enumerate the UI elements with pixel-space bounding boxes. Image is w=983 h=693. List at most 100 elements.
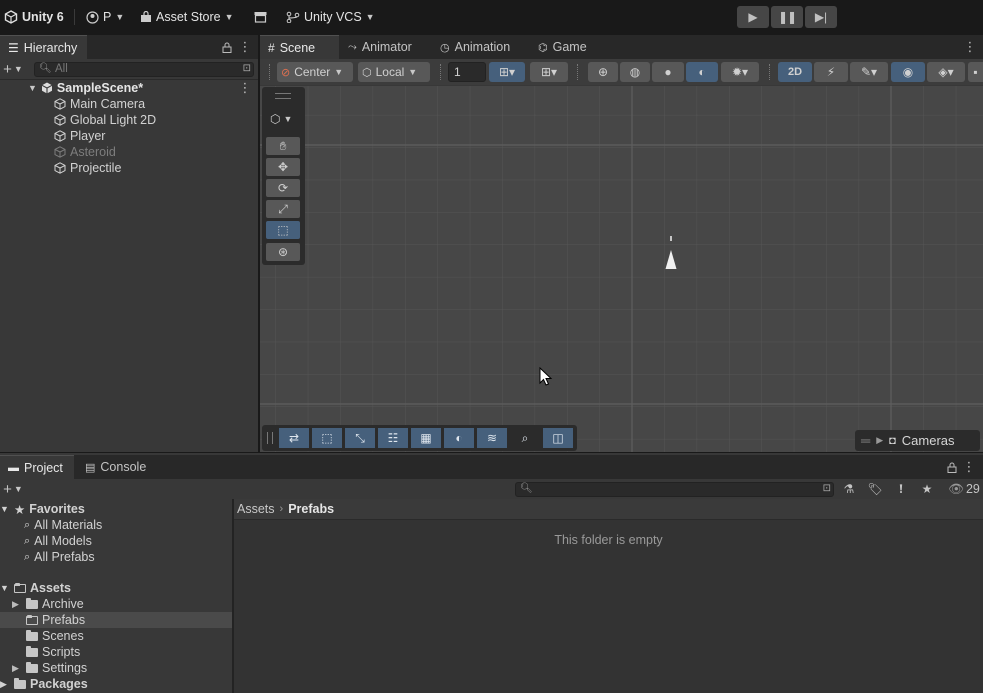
tab-hierarchy[interactable]: ☰ Hierarchy <box>0 35 87 59</box>
search-icon: 🔍︎ <box>520 483 533 494</box>
warning-filter-icon[interactable]: ❗︎ <box>893 481 909 497</box>
mode-2d-toggle[interactable]: 2D <box>778 62 812 82</box>
kebab-menu-icon[interactable]: ⋮ <box>963 459 976 475</box>
hand-tool[interactable]: ✋︎ <box>266 137 300 155</box>
step-button[interactable]: ▶| <box>805 6 837 28</box>
tab-project[interactable]: ▬ Project <box>0 455 74 479</box>
grid-snap-field[interactable]: 1 <box>448 62 486 82</box>
tab-animator[interactable]: ⤳ Animator <box>340 35 424 59</box>
kebab-menu-icon[interactable]: ⋮ <box>239 39 252 55</box>
version-control-dropdown[interactable]: Unity VCS ▼ <box>286 8 375 26</box>
lock-icon[interactable] <box>946 460 958 474</box>
grid-hatch-button[interactable]: ▦ <box>411 428 441 448</box>
favorite-item[interactable]: ⌕ All Prefabs <box>24 549 95 565</box>
unlit-button[interactable]: ◐ <box>686 62 718 82</box>
grid-snapping-toggle[interactable]: ⊞▾ <box>489 62 525 82</box>
scene-kebab-menu-icon[interactable]: ⋮ <box>239 80 252 95</box>
lighting-toggle[interactable]: ⚡︎ <box>814 62 848 82</box>
asset-folder-item[interactable]: Scenes <box>0 628 232 644</box>
asset-folder-item[interactable]: ▶ Archive <box>0 596 232 612</box>
rect-tool[interactable]: ⬚ <box>266 221 300 239</box>
transform-tool[interactable]: ⊛ <box>266 243 300 261</box>
asset-folder-item[interactable]: ▶ Settings <box>0 660 232 676</box>
favorite-item[interactable]: ⌕ All Models <box>24 533 92 549</box>
shaded-wireframe-button[interactable]: ◍ <box>620 62 650 82</box>
camera-settings-button[interactable]: ▪ <box>968 62 983 82</box>
cameras-overlay[interactable]: ═ ▶ ◘ Cameras <box>855 430 980 451</box>
shaded-button[interactable]: ● <box>652 62 684 82</box>
assets-header[interactable]: ▼ Assets <box>0 580 71 596</box>
account-dropdown[interactable]: P ▼ <box>86 8 124 26</box>
hierarchy-item[interactable]: Main Camera <box>54 96 145 112</box>
filter-by-type-icon[interactable]: ⚗ <box>841 481 857 497</box>
visibility-toggle[interactable]: ◉ <box>891 62 925 82</box>
pause-button[interactable]: ❚❚ <box>771 6 803 28</box>
favorite-item[interactable]: ⌕ All Materials <box>24 517 102 533</box>
asset-folder-item[interactable]: Scripts <box>0 644 232 660</box>
favorite-item-label: All Prefabs <box>34 550 95 564</box>
debug-draw-mode-dropdown[interactable]: ✹▾ <box>721 62 759 82</box>
filter-by-label-icon[interactable]: 🏷︎ <box>867 481 883 497</box>
search-by-type-icon[interactable]: ⊡ <box>823 483 831 494</box>
overlay-grip[interactable] <box>267 432 273 444</box>
move-arrows-icon: ✥ <box>277 160 289 174</box>
unity-menu[interactable]: Unity 6 <box>4 8 64 26</box>
archive-button[interactable] <box>254 8 267 26</box>
project-search-field[interactable]: 🔍︎ ⊡ <box>515 482 834 497</box>
create-dropdown[interactable]: + ▼ <box>1 481 25 498</box>
breadcrumb-prefabs[interactable]: Prefabs <box>288 502 334 516</box>
expand-arrow-icon: ▶ <box>12 598 19 609</box>
tab-game[interactable]: ⌬ Game <box>530 35 600 59</box>
local-cube-icon: ⬡ <box>362 66 372 79</box>
component-tools-dropdown[interactable]: ⬡ ▼ <box>270 111 300 127</box>
lock-icon[interactable] <box>221 40 233 54</box>
shuffle-tool-button[interactable]: ⇄ <box>279 428 309 448</box>
breadcrumb-assets[interactable]: Assets <box>237 502 275 516</box>
hierarchy-item[interactable]: Asteroid <box>54 144 116 160</box>
project-panel: ▬ Project ▤ Console ⋮ + ▼ 🔍︎ ⊡ ⚗ 🏷︎ ❗︎ ★ … <box>0 453 983 693</box>
play-button[interactable]: ▶ <box>737 6 769 28</box>
search-placeholder: All <box>55 63 68 75</box>
search-by-type-icon[interactable]: ⊡ <box>243 63 251 74</box>
tab-scene[interactable]: # Scene <box>260 35 339 59</box>
scale-rect-button[interactable]: ⤡ <box>345 428 375 448</box>
toolbar-grip <box>577 64 580 80</box>
overlay-grip[interactable] <box>275 93 291 99</box>
breadcrumb: Assets › Prefabs <box>234 499 983 520</box>
project-tabbar: ▬ Project ▤ Console ⋮ <box>0 455 983 479</box>
layers-dropdown[interactable]: ◈▾ <box>927 62 965 82</box>
favorites-header[interactable]: ▼ ★ Favorites <box>0 501 85 517</box>
kebab-menu-icon[interactable]: ⋮ <box>964 39 977 55</box>
move-tool[interactable]: ✥ <box>266 158 300 176</box>
hierarchy-search-field[interactable]: 🔍︎ All ⊡ <box>34 62 254 77</box>
player-sprite[interactable] <box>664 234 678 272</box>
tab-console[interactable]: ▤ Console <box>77 455 157 479</box>
rect-select-button[interactable]: ⬚ <box>312 428 342 448</box>
visibility-count[interactable]: 👁︎ 29 <box>946 481 982 497</box>
pivot-space-dropdown[interactable]: ⬡ Local ▼ <box>358 62 430 82</box>
search-button[interactable]: ⌕ <box>510 428 540 448</box>
asset-store-dropdown[interactable]: Asset Store ▼ <box>140 8 234 26</box>
scene-root-item[interactable]: ▼ SampleScene* <box>28 80 143 96</box>
wireframe-shading-button[interactable]: ⊕ <box>588 62 618 82</box>
hierarchy-item[interactable]: Player <box>54 128 105 144</box>
increment-snap-dropdown[interactable]: ⊞▾ <box>530 62 568 82</box>
hierarchy-item[interactable]: Global Light 2D <box>54 112 156 128</box>
scale-tool[interactable]: ⤢ <box>266 200 300 218</box>
grid-hatch-icon: ▦ <box>420 431 432 445</box>
asset-folder-item[interactable]: Prefabs <box>0 612 232 628</box>
effects-dropdown[interactable]: ✎▾ <box>850 62 888 82</box>
settings-sliders-button[interactable]: ☷ <box>378 428 408 448</box>
pivot-mode-dropdown[interactable]: ⊘ Center ▼ <box>277 62 353 82</box>
scene-viewport[interactable] <box>260 86 983 452</box>
camera-view-icon: ◫ <box>552 431 564 445</box>
camera-view-button[interactable]: ◫ <box>543 428 573 448</box>
packages-header[interactable]: ▶ Packages <box>0 676 88 692</box>
light-toggle-button[interactable]: ◐ <box>444 428 474 448</box>
create-dropdown[interactable]: + ▼ <box>1 61 25 78</box>
tab-animation[interactable]: ◷ Animation <box>432 35 522 59</box>
rotate-tool[interactable]: ⟳ <box>266 179 300 197</box>
hierarchy-item[interactable]: Projectile <box>54 160 121 176</box>
layers-button[interactable]: ≋ <box>477 428 507 448</box>
favorite-star-icon[interactable]: ★ <box>919 481 935 497</box>
